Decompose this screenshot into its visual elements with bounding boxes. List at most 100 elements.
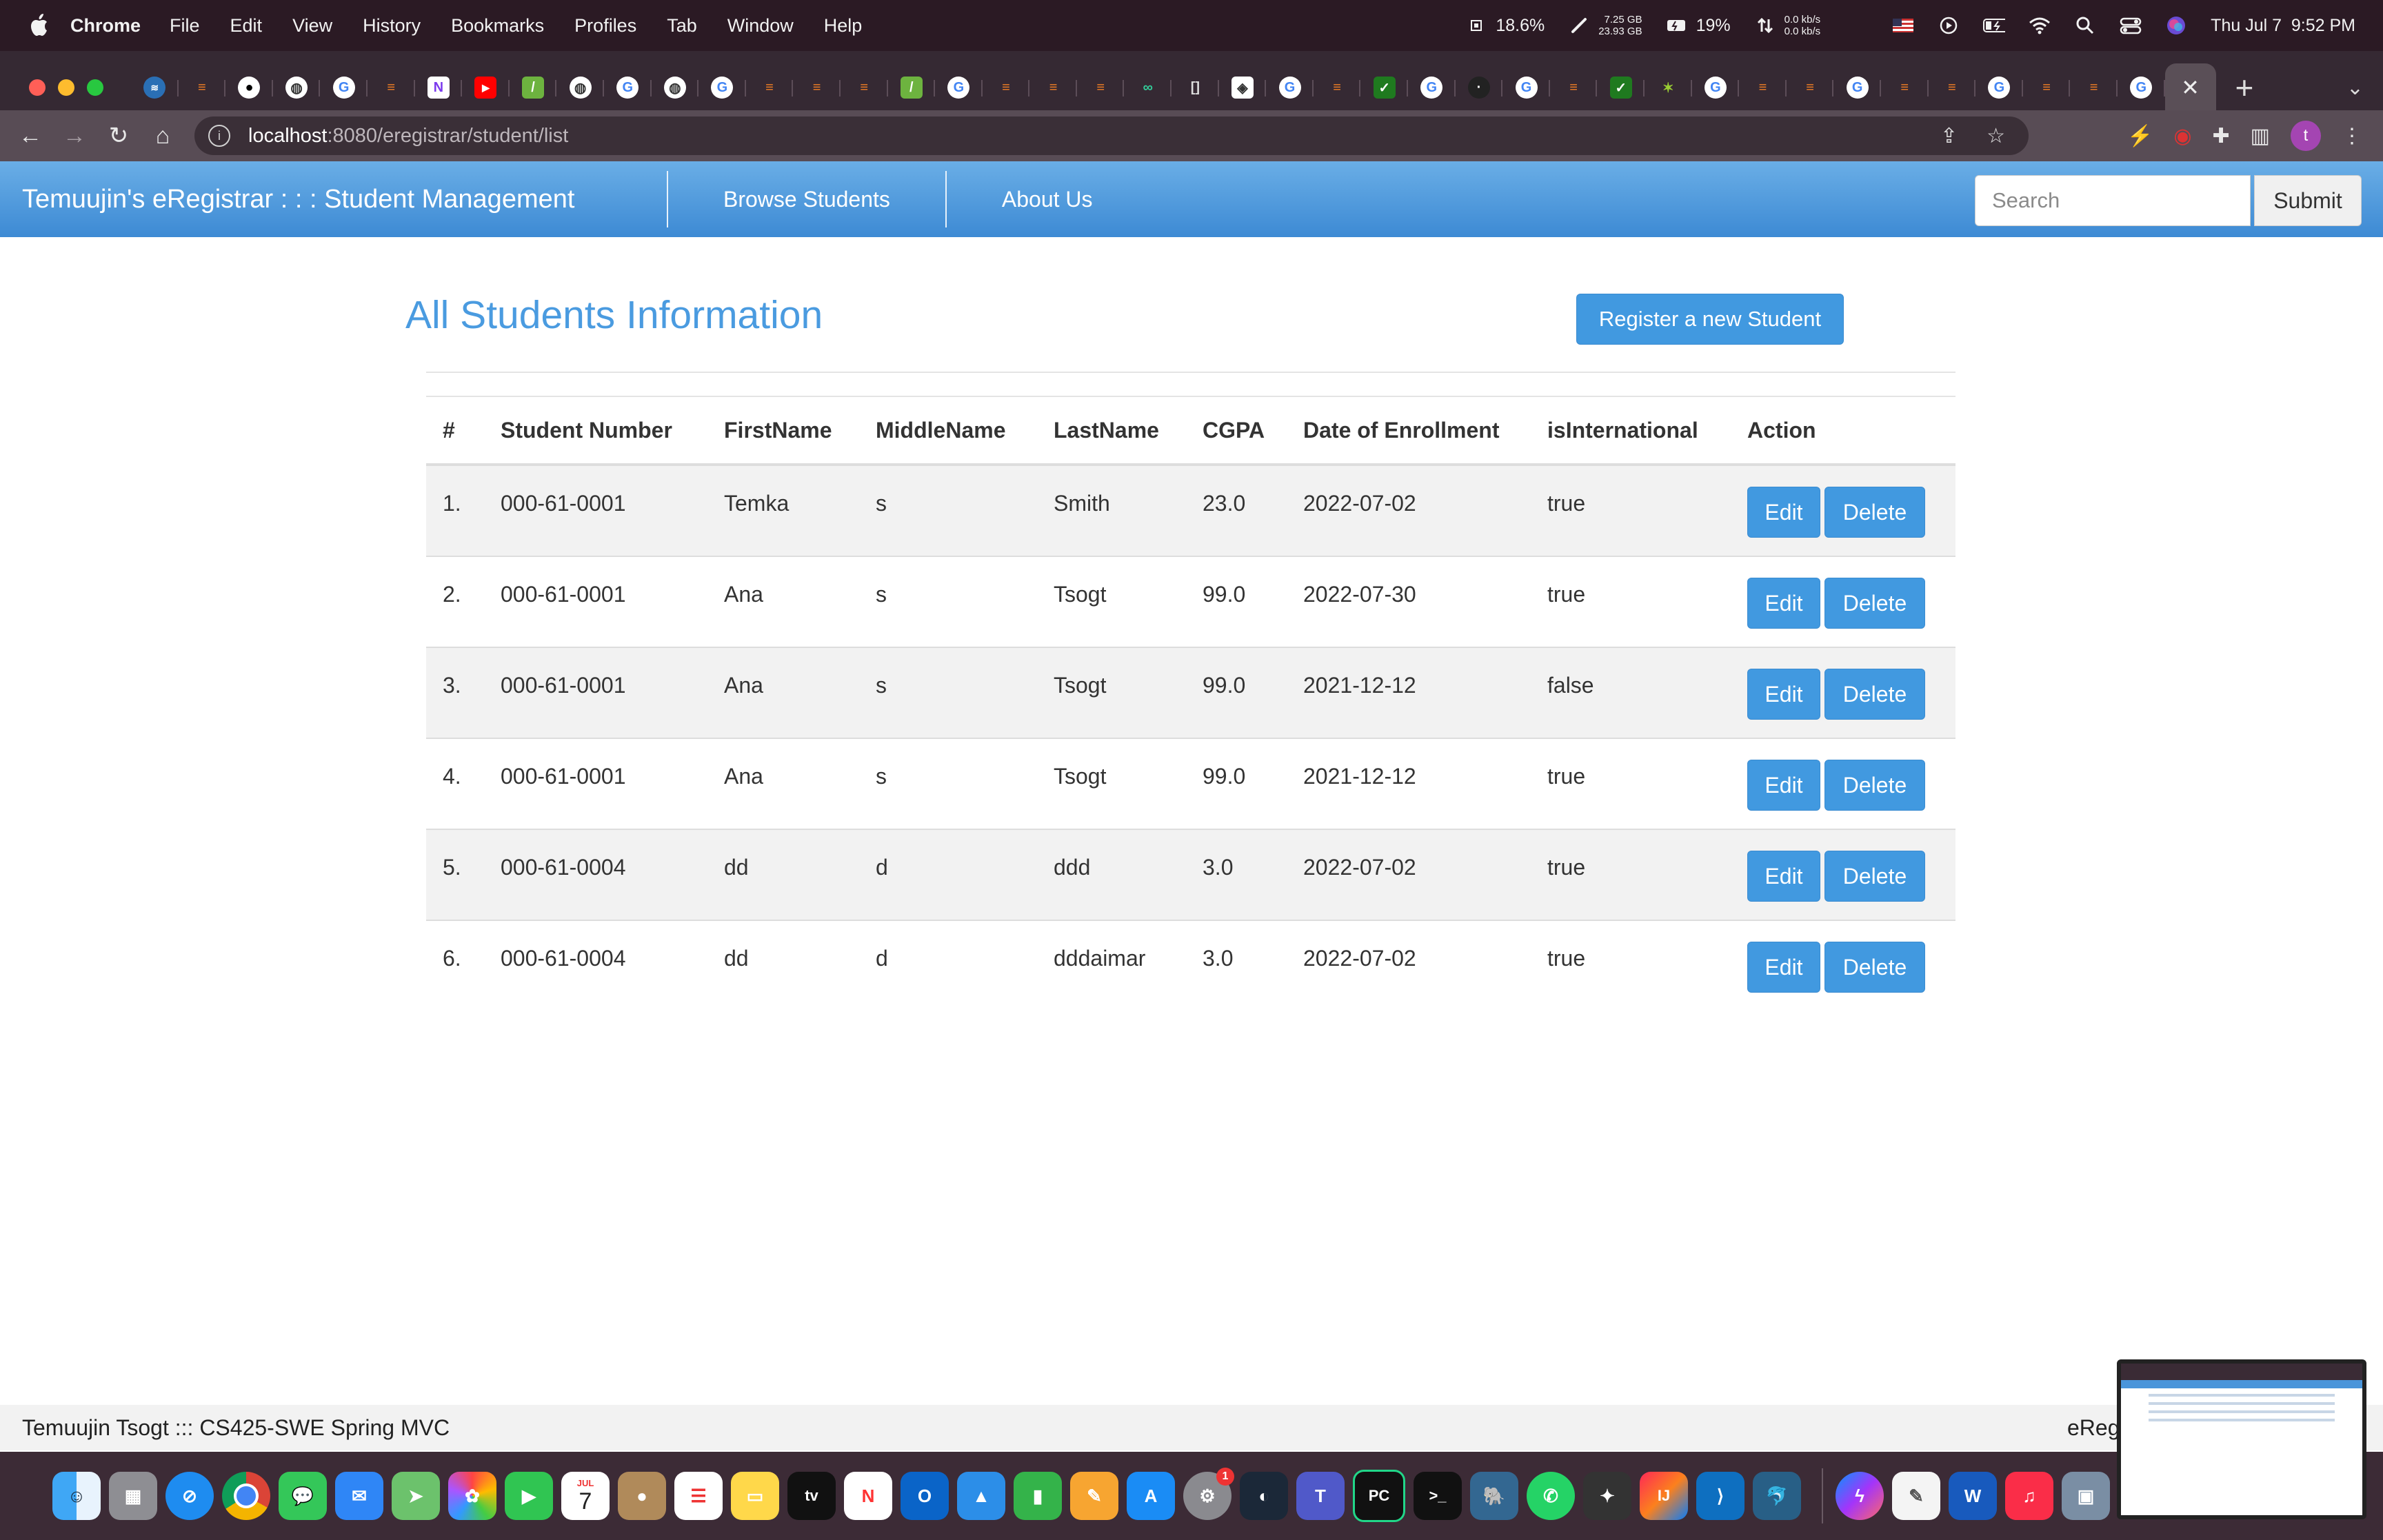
- delete-button[interactable]: Delete: [1824, 851, 1925, 902]
- textedit-icon[interactable]: ✎: [1892, 1472, 1940, 1520]
- pages-icon[interactable]: ✎: [1070, 1472, 1118, 1520]
- browser-tab[interactable]: G: [2118, 63, 2165, 112]
- browser-tab[interactable]: ◍: [652, 63, 699, 112]
- menu-edit[interactable]: Edit: [230, 15, 263, 37]
- home-icon[interactable]: ⌂: [141, 123, 185, 150]
- menubar-clock[interactable]: Thu Jul 7 9:52 PM: [2211, 16, 2355, 36]
- site-info-icon[interactable]: i: [208, 125, 230, 147]
- browser-tab[interactable]: G: [320, 63, 368, 112]
- whatsapp-icon[interactable]: ✆: [1527, 1472, 1575, 1520]
- browser-tab[interactable]: ◍: [273, 63, 321, 112]
- menu-view[interactable]: View: [292, 15, 332, 37]
- browser-tab[interactable]: G: [1975, 63, 2023, 112]
- bolt-extension-icon[interactable]: ⚡: [2127, 124, 2153, 148]
- browser-tab[interactable]: ≡: [1929, 63, 1976, 112]
- minimize-window-button[interactable]: [58, 79, 74, 96]
- browser-tab[interactable]: ✓: [1360, 63, 1408, 112]
- delete-button[interactable]: Delete: [1824, 669, 1925, 720]
- system-settings-icon[interactable]: ⚙ 1: [1183, 1468, 1234, 1520]
- finder-icon[interactable]: ☺: [52, 1472, 101, 1520]
- more-menu-icon[interactable]: ⋮: [2342, 124, 2362, 148]
- browser-tab[interactable]: G: [1266, 63, 1314, 112]
- photos-icon[interactable]: ✿: [448, 1472, 496, 1520]
- edit-button[interactable]: Edit: [1747, 487, 1820, 538]
- chrome-icon[interactable]: [222, 1472, 270, 1520]
- battery-icon[interactable]: [1983, 14, 2006, 37]
- facetime-icon[interactable]: ▶: [505, 1472, 553, 1520]
- site-brand[interactable]: Temuujin's eRegistrar : : : Student Mana…: [22, 185, 667, 214]
- browser-tab[interactable]: N: [415, 63, 463, 112]
- browser-tab[interactable]: G: [1833, 63, 1881, 112]
- browser-tab[interactable]: ≡: [368, 63, 415, 112]
- battery-percent[interactable]: 19%: [1696, 16, 1731, 36]
- menu-profiles[interactable]: Profiles: [574, 15, 636, 37]
- browser-tab[interactable]: ≡: [841, 63, 888, 112]
- browser-tab[interactable]: ≡: [1314, 63, 1361, 112]
- terminal-icon[interactable]: >_: [1414, 1472, 1462, 1520]
- browser-tab[interactable]: ●: [225, 63, 273, 112]
- browser-tab[interactable]: ≡: [2023, 63, 2071, 112]
- delete-button[interactable]: Delete: [1824, 578, 1925, 629]
- messages-icon[interactable]: 💬: [279, 1472, 327, 1520]
- edit-button[interactable]: Edit: [1747, 578, 1820, 629]
- menu-help[interactable]: Help: [824, 15, 863, 37]
- browser-tab[interactable]: ≡: [2070, 63, 2118, 112]
- browser-tab[interactable]: ≡: [983, 63, 1030, 112]
- record-extension-icon[interactable]: ◉: [2173, 124, 2191, 148]
- browser-tab[interactable]: ▶: [462, 63, 510, 112]
- nav-about-us[interactable]: About Us: [947, 187, 1148, 212]
- vscode-icon[interactable]: ⟩: [1696, 1472, 1744, 1520]
- menu-window[interactable]: Window: [727, 15, 794, 37]
- browser-tab[interactable]: ≡: [1550, 63, 1598, 112]
- contacts-icon[interactable]: ●: [618, 1472, 666, 1520]
- browser-tab[interactable]: ◍: [556, 63, 604, 112]
- outlook-icon[interactable]: O: [901, 1472, 949, 1520]
- postgres-icon[interactable]: 🐘: [1470, 1472, 1518, 1520]
- browser-tab[interactable]: G: [604, 63, 652, 112]
- reminders-icon[interactable]: ☰: [674, 1472, 723, 1520]
- new-tab-button[interactable]: +: [2235, 69, 2254, 106]
- forward-arrow-icon[interactable]: →: [52, 123, 97, 150]
- app-store-icon[interactable]: A: [1127, 1472, 1175, 1520]
- register-student-button[interactable]: Register a new Student: [1576, 294, 1844, 345]
- extensions-puzzle-icon[interactable]: ✚: [2213, 124, 2230, 148]
- steam-icon[interactable]: ◐: [1240, 1472, 1288, 1520]
- close-tab-icon[interactable]: ✕: [2181, 74, 2200, 101]
- edit-button[interactable]: Edit: [1747, 942, 1820, 993]
- browser-tab[interactable]: ·: [1456, 63, 1503, 112]
- browser-tab[interactable]: ≡: [179, 63, 226, 112]
- app-menu-chrome[interactable]: Chrome: [70, 15, 141, 37]
- tab-search-chevron-icon[interactable]: ⌄: [2346, 76, 2364, 100]
- browser-tab[interactable]: G: [935, 63, 983, 112]
- figma-like-icon[interactable]: ✦: [1583, 1472, 1631, 1520]
- siri-icon[interactable]: [2165, 14, 2187, 37]
- profile-avatar[interactable]: t: [2291, 121, 2321, 151]
- nav-browse-students[interactable]: Browse Students: [668, 187, 945, 212]
- keynote-icon[interactable]: ▲: [957, 1472, 1005, 1520]
- cpu-usage[interactable]: 18.6%: [1496, 16, 1545, 36]
- music-icon[interactable]: ♫: [2005, 1472, 2053, 1520]
- bookmark-star-icon[interactable]: ☆: [1987, 124, 2005, 148]
- browser-tab[interactable]: G: [1692, 63, 1740, 112]
- browser-tab[interactable]: G: [698, 63, 746, 112]
- window-preview-thumbnail[interactable]: [2117, 1359, 2366, 1519]
- delete-button[interactable]: Delete: [1824, 760, 1925, 811]
- memory-usage[interactable]: 7.25 GB 23.93 GB: [1598, 14, 1642, 37]
- pycharm-icon[interactable]: PC: [1353, 1470, 1405, 1522]
- edit-button[interactable]: Edit: [1747, 851, 1820, 902]
- notes-icon[interactable]: ▭: [731, 1472, 779, 1520]
- menu-file[interactable]: File: [170, 15, 200, 37]
- apple-tv-icon[interactable]: tv: [787, 1472, 836, 1520]
- browser-tab[interactable]: ≡: [1077, 63, 1125, 112]
- news-icon[interactable]: N: [844, 1472, 892, 1520]
- browser-tab[interactable]: G: [1502, 63, 1550, 112]
- active-browser-tab[interactable]: ✕: [2164, 63, 2216, 112]
- browser-tab[interactable]: ≋: [131, 63, 179, 112]
- browser-tab[interactable]: /: [510, 63, 557, 112]
- browser-tab[interactable]: ◈: [1219, 63, 1267, 112]
- side-panel-icon[interactable]: ▥: [2251, 124, 2270, 148]
- search-input[interactable]: [1975, 175, 2251, 226]
- launchpad-icon[interactable]: ▦: [109, 1472, 157, 1520]
- menu-history[interactable]: History: [363, 15, 421, 37]
- browser-tab[interactable]: []: [1172, 63, 1219, 112]
